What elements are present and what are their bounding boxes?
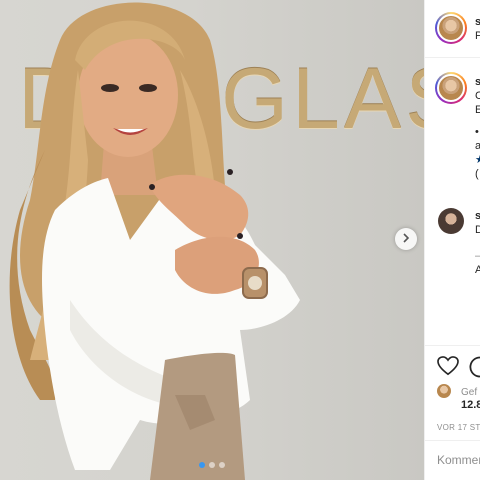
likes-count[interactable]: 12.8 <box>461 399 480 412</box>
post-timestamp: VOR 17 STU <box>437 423 480 432</box>
carousel-next-button[interactable] <box>395 228 417 250</box>
caption-line-2: E <box>475 104 480 117</box>
heart-icon[interactable] <box>437 356 459 381</box>
caption-line-5: ★ <box>475 154 480 167</box>
comment-input-placeholder[interactable]: Kommen <box>437 454 480 467</box>
carousel-indicator <box>0 462 424 468</box>
post-photo[interactable]: DOUGLAS <box>0 0 424 480</box>
chevron-right-icon <box>401 230 411 248</box>
author-username[interactable]: s <box>475 16 480 29</box>
caption-line-4: a <box>475 140 480 153</box>
carousel-dot-2 <box>209 462 215 468</box>
post-header: s P <box>425 0 480 58</box>
post-side-panel: s P s C E • a ★ ( s D — A Gef 12.8 VOR 1… <box>424 0 480 480</box>
author-avatar[interactable] <box>435 12 467 44</box>
commenter-avatar[interactable] <box>438 208 464 234</box>
comment-text: D <box>475 224 480 237</box>
comment-bubble-icon[interactable] <box>469 356 480 383</box>
person-illustration <box>9 2 301 480</box>
liker-avatar[interactable] <box>437 384 451 398</box>
caption-line-3: • <box>475 126 479 138</box>
carousel-dot-1 <box>199 462 205 468</box>
carousel-dot-3 <box>219 462 225 468</box>
caption-username[interactable]: s <box>475 76 480 89</box>
caption-line-6: ( <box>475 168 479 180</box>
comment-meta: — <box>475 250 480 263</box>
comment-reply: A <box>475 264 480 277</box>
caption-line-1: C <box>475 90 480 103</box>
post-location[interactable]: P <box>475 30 480 43</box>
caption-avatar[interactable] <box>435 72 467 104</box>
add-comment-bar[interactable]: Kommen <box>425 440 480 480</box>
likes-label: Gef <box>461 387 478 398</box>
commenter-username[interactable]: s <box>475 210 480 223</box>
